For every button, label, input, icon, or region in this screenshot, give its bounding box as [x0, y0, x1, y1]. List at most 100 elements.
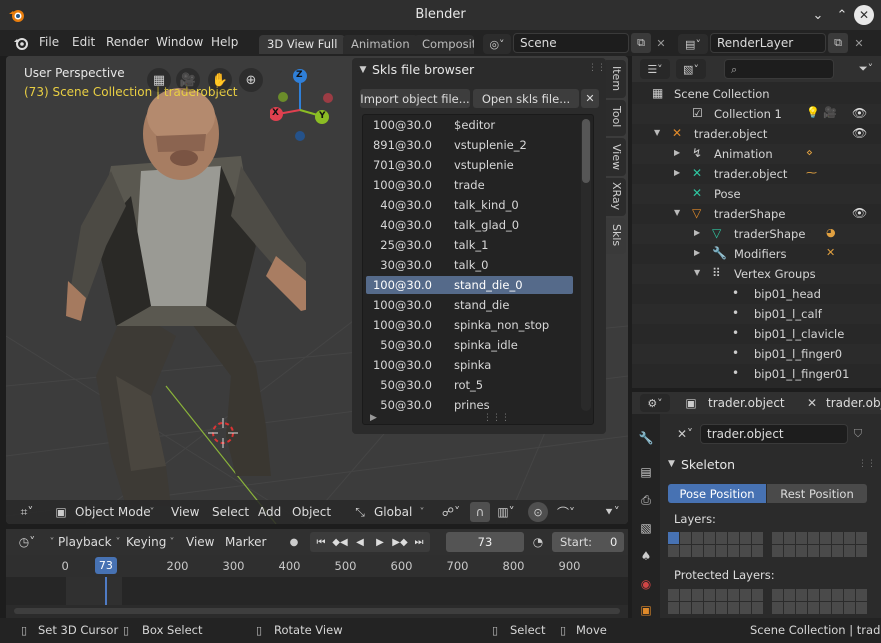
outliner-editor-icon[interactable]: ☰˅ [640, 59, 670, 79]
snap-target-icon[interactable]: ▥˅ [492, 503, 520, 521]
menu-file[interactable]: File [39, 35, 59, 49]
skls-row[interactable]: 40@30.0 talk_kind_0 [366, 196, 573, 214]
layer-toggle[interactable] [856, 589, 867, 601]
outliner-item-badge-icon[interactable]: ✕ [826, 246, 835, 259]
fake-user-shield-icon[interactable]: ⛉ [849, 424, 867, 444]
transform-orientation-icon[interactable]: ⤡ [352, 503, 368, 521]
timeline-scrollbar[interactable] [14, 608, 620, 614]
editor-type-icon[interactable]: ⌗˅ [10, 503, 44, 521]
outliner-row[interactable]: ☑ Collection 1 💡 🎥 👁 [632, 104, 881, 124]
menu-playback[interactable]: Playback [58, 535, 112, 549]
layer-toggle[interactable] [728, 532, 739, 544]
layer-toggle[interactable] [808, 602, 819, 614]
layer-toggle[interactable] [740, 589, 751, 601]
layer-toggle[interactable] [844, 589, 855, 601]
skls-row[interactable]: 100@30.0 spinka_non_stop [366, 316, 573, 334]
object-mode-selector[interactable]: Object Mode [75, 505, 151, 519]
minimize-icon[interactable]: ⌄ [808, 5, 828, 25]
viewport-overlay-icon[interactable]: ⯆˅ [598, 503, 626, 521]
snap-icon[interactable]: ∩ [470, 502, 490, 522]
outliner-row[interactable]: • bip01_l_finger0 [632, 344, 881, 364]
layer-toggle[interactable] [752, 532, 763, 544]
tab-skls[interactable]: Skls [606, 218, 626, 254]
copy-layer-icon[interactable]: ⧉ [828, 33, 848, 53]
layer-toggle[interactable] [704, 545, 715, 557]
expand-arrow-down-icon[interactable]: ▼ [654, 128, 660, 137]
menu-help[interactable]: Help [211, 35, 238, 49]
resize-grip-icon[interactable]: ⋮⋮⋮ [483, 413, 510, 423]
menu-keying[interactable]: Keying [126, 535, 166, 549]
menu-add[interactable]: Add [258, 505, 281, 519]
visibility-eye-icon[interactable]: 👁 [852, 206, 867, 220]
clear-icon[interactable]: ✕ [581, 89, 599, 108]
maximize-icon[interactable]: ⌃ [832, 5, 852, 25]
outliner-row[interactable]: ✕ Pose [632, 184, 881, 204]
layer-toggle[interactable] [740, 545, 751, 557]
tab-compositing[interactable]: Compositi [414, 35, 474, 54]
navigation-gizmo[interactable] [270, 66, 340, 150]
layer-toggle[interactable] [668, 602, 679, 614]
zoom-icon[interactable]: ⊕ [239, 68, 263, 92]
menu-marker[interactable]: Marker [225, 535, 266, 549]
skls-row[interactable]: 50@30.0 spinka_idle [366, 336, 573, 354]
layer-toggle[interactable] [808, 545, 819, 557]
layer-toggle[interactable] [796, 545, 807, 557]
outliner-row[interactable]: • bip01_l_clavicle [632, 324, 881, 344]
skls-row[interactable]: 891@30.0 vstuplenie_2 [366, 136, 573, 154]
protected-layers-grid[interactable] [668, 589, 868, 617]
layer-toggle[interactable] [772, 545, 783, 557]
render-icon[interactable]: ▤ [636, 462, 656, 482]
layer-toggle[interactable] [728, 589, 739, 601]
skls-list[interactable]: 100@30.0 $editor 891@30.0 vstuplenie_2 701@3… [362, 114, 594, 425]
layer-toggle[interactable] [668, 545, 679, 557]
expand-arrow-down-icon[interactable]: ▼ [674, 208, 680, 217]
expand-arrow-right-icon[interactable]: ▶ [674, 148, 680, 157]
menu-edit[interactable]: Edit [72, 35, 95, 49]
layer-toggle[interactable] [784, 602, 795, 614]
camera-view-icon[interactable]: 🎥 [176, 68, 200, 92]
layer-toggle[interactable] [704, 589, 715, 601]
layer-toggle[interactable] [820, 545, 831, 557]
armature-name-field[interactable]: trader.object [700, 424, 848, 444]
layer-toggle[interactable] [668, 532, 679, 544]
proportional-falloff-icon[interactable]: ⌒˅ [552, 503, 580, 521]
pan-hand-icon[interactable]: ✋ [208, 68, 232, 92]
character-model[interactable] [56, 76, 306, 506]
visibility-eye-icon[interactable]: 👁 [852, 106, 867, 120]
skls-row[interactable]: 701@30.0 vstuplenie [366, 156, 573, 174]
toggle-camera-grid-icon[interactable]: ▦ [147, 68, 171, 92]
layer-toggle[interactable] [832, 602, 843, 614]
layer-toggle[interactable] [808, 532, 819, 544]
list-scrollbar-thumb[interactable] [582, 119, 590, 183]
render-layer-selector[interactable]: RenderLayer [710, 33, 826, 53]
outliner-row[interactable]: ▦ Scene Collection [632, 84, 881, 104]
layer-toggle[interactable] [680, 532, 691, 544]
outliner-item-badge-icon[interactable]: 💡 🎥 [806, 106, 837, 119]
layer-toggle[interactable] [716, 532, 727, 544]
timeline-menu-toggle-icon[interactable]: ˅ [46, 533, 58, 551]
play-icon[interactable]: ▶ [371, 533, 389, 551]
visibility-eye-icon[interactable]: 👁 [852, 126, 867, 140]
properties-object-tab[interactable]: trader.object [708, 396, 785, 410]
skls-row[interactable]: 50@30.0 rot_5 [366, 376, 573, 394]
tab-view[interactable]: View [606, 138, 626, 176]
layer-toggle[interactable] [728, 602, 739, 614]
menu-object[interactable]: Object [292, 505, 331, 519]
layer-toggle[interactable] [680, 545, 691, 557]
outliner-item-badge-icon[interactable]: ⋄ [806, 146, 813, 159]
properties-armature-tab[interactable]: trader.obj [826, 396, 881, 410]
import-object-button[interactable]: Import object file... [360, 89, 470, 108]
layer-toggle[interactable] [784, 589, 795, 601]
display-mode-icon[interactable]: ▧˅ [676, 59, 706, 79]
layer-toggle[interactable] [832, 532, 843, 544]
next-keyframe-icon[interactable]: ▶◆ [391, 533, 409, 551]
menu-view[interactable]: View [186, 535, 214, 549]
tab-3d-view-full[interactable]: 3D View Full [259, 35, 346, 54]
skls-row[interactable]: 100@30.0 spinka [366, 356, 573, 374]
layer-toggle[interactable] [740, 532, 751, 544]
layer-toggle[interactable] [752, 545, 763, 557]
tab-tool[interactable]: Tool [606, 100, 626, 136]
skls-row[interactable]: 30@30.0 talk_0 [366, 256, 573, 274]
drag-handle-icon[interactable]: ⋮⋮ [588, 63, 606, 73]
world-icon[interactable]: ◉ [636, 574, 656, 594]
